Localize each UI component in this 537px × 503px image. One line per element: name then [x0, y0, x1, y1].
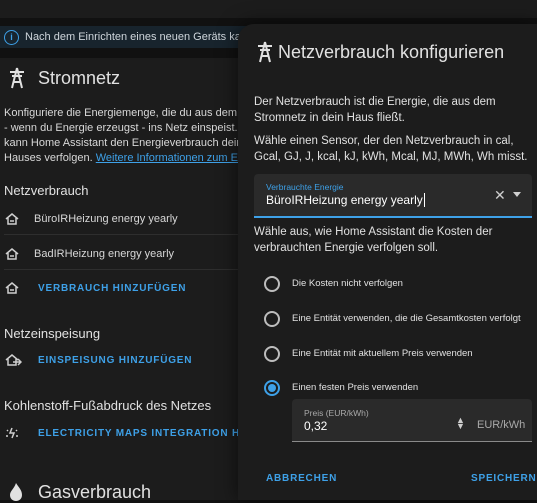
dialog-title: Netzverbrauch konfigurieren — [278, 42, 505, 62]
sensor-select[interactable]: Verbrauchte Energie BüroIRHeizung energy… — [254, 174, 532, 218]
add-consumption-button[interactable]: VERBRAUCH HINZUFÜGEN — [38, 283, 186, 294]
price-input[interactable]: Preis (EUR/kWh) 0,32 ▲ ▼ EUR/kWh — [292, 399, 532, 442]
clear-icon[interactable]: ✕ — [494, 187, 506, 204]
transmission-tower-icon — [258, 41, 272, 63]
consumption-header: Netzverbrauch — [4, 183, 89, 198]
sensor-select-value[interactable]: BüroIRHeizung energy yearly — [266, 193, 425, 207]
feed-in-header: Netzeinspeisung — [4, 326, 101, 341]
save-button[interactable]: SPEICHERN — [471, 473, 537, 484]
description-line: kann Home Assistant den Energieverbrauch… — [4, 137, 250, 149]
add-feed-in-row[interactable]: EINSPEISUNG HINZUFÜGEN — [4, 347, 250, 375]
description-line: - wenn du Energie erzeugst - ins Netz ei… — [4, 122, 250, 134]
dialog-paragraph: Wähle aus, wie Home Assistant die Kosten… — [254, 226, 493, 254]
house-import-icon — [5, 248, 19, 260]
price-input-value[interactable]: 0,32 — [304, 419, 327, 433]
flame-icon — [10, 483, 22, 501]
info-banner-text: Nach dem Einrichten eines neuen Geräts k… — [25, 31, 250, 43]
cost-option-radio[interactable] — [264, 276, 280, 292]
description-line: Hauses verfolgen. — [4, 152, 93, 164]
cancel-button[interactable]: ABBRECHEN — [266, 473, 337, 484]
transmission-tower-icon — [10, 67, 24, 89]
more-info-link[interactable]: Weitere Informationen zum Einsti — [96, 152, 250, 164]
cost-option-label[interactable]: Eine Entität mit aktuellem Preis verwend… — [292, 348, 473, 359]
grid-description: Konfiguriere die Energiemenge, die du au… — [4, 106, 250, 166]
cost-option-label[interactable]: Einen festen Preis verwenden — [292, 382, 418, 393]
info-icon: i — [4, 29, 19, 45]
consumption-item[interactable]: BüroIRHeizung energy yearly — [4, 206, 250, 235]
consumption-item-label: BüroIRHeizung energy yearly — [34, 213, 178, 225]
dialog-paragraph: Der Netzverbrauch ist die Energie, die a… — [254, 96, 496, 124]
house-import-icon — [5, 282, 19, 294]
cost-option-label[interactable]: Die Kosten nicht verfolgen — [292, 278, 403, 289]
cost-option-radio[interactable] — [264, 311, 280, 327]
top-app-bar — [0, 0, 537, 18]
house-export-icon — [5, 354, 22, 366]
cost-option-radio-selected[interactable] — [264, 380, 280, 396]
grid-title: Stromnetz — [38, 68, 121, 88]
chevron-down-icon[interactable] — [513, 192, 521, 197]
cost-option-label[interactable]: Eine Entität verwenden, die die Gesamtko… — [292, 313, 521, 324]
consumption-item[interactable]: BadIRHeizung energy yearly — [4, 241, 250, 270]
number-spinner-icon[interactable]: ▲ ▼ — [456, 416, 465, 431]
co2-signal-icon — [6, 427, 18, 439]
price-input-label: Preis (EUR/kWh) — [304, 408, 369, 418]
house-import-icon — [5, 213, 19, 225]
cost-option-radio[interactable] — [264, 346, 280, 362]
co2-row[interactable]: ELECTRICITY MAPS INTEGRATION HINZUF — [4, 420, 273, 448]
description-line: Konfiguriere die Energiemenge, die du au… — [4, 107, 250, 119]
info-banner: i Nach dem Einrichten eines neuen Geräts … — [0, 26, 250, 48]
sensor-select-label: Verbrauchte Energie — [266, 182, 344, 192]
dialog-paragraph: Wähle einen Sensor, der den Netzverbrauc… — [254, 135, 528, 163]
consumption-item-label: BadIRHeizung energy yearly — [34, 248, 175, 260]
add-consumption-row[interactable]: VERBRAUCH HINZUFÜGEN — [4, 275, 250, 303]
co2-header: Kohlenstoff-Fußabdruck des Netzes — [4, 398, 212, 413]
price-unit: EUR/kWh — [477, 419, 526, 431]
add-feed-in-button[interactable]: EINSPEISUNG HINZUFÜGEN — [38, 355, 192, 366]
